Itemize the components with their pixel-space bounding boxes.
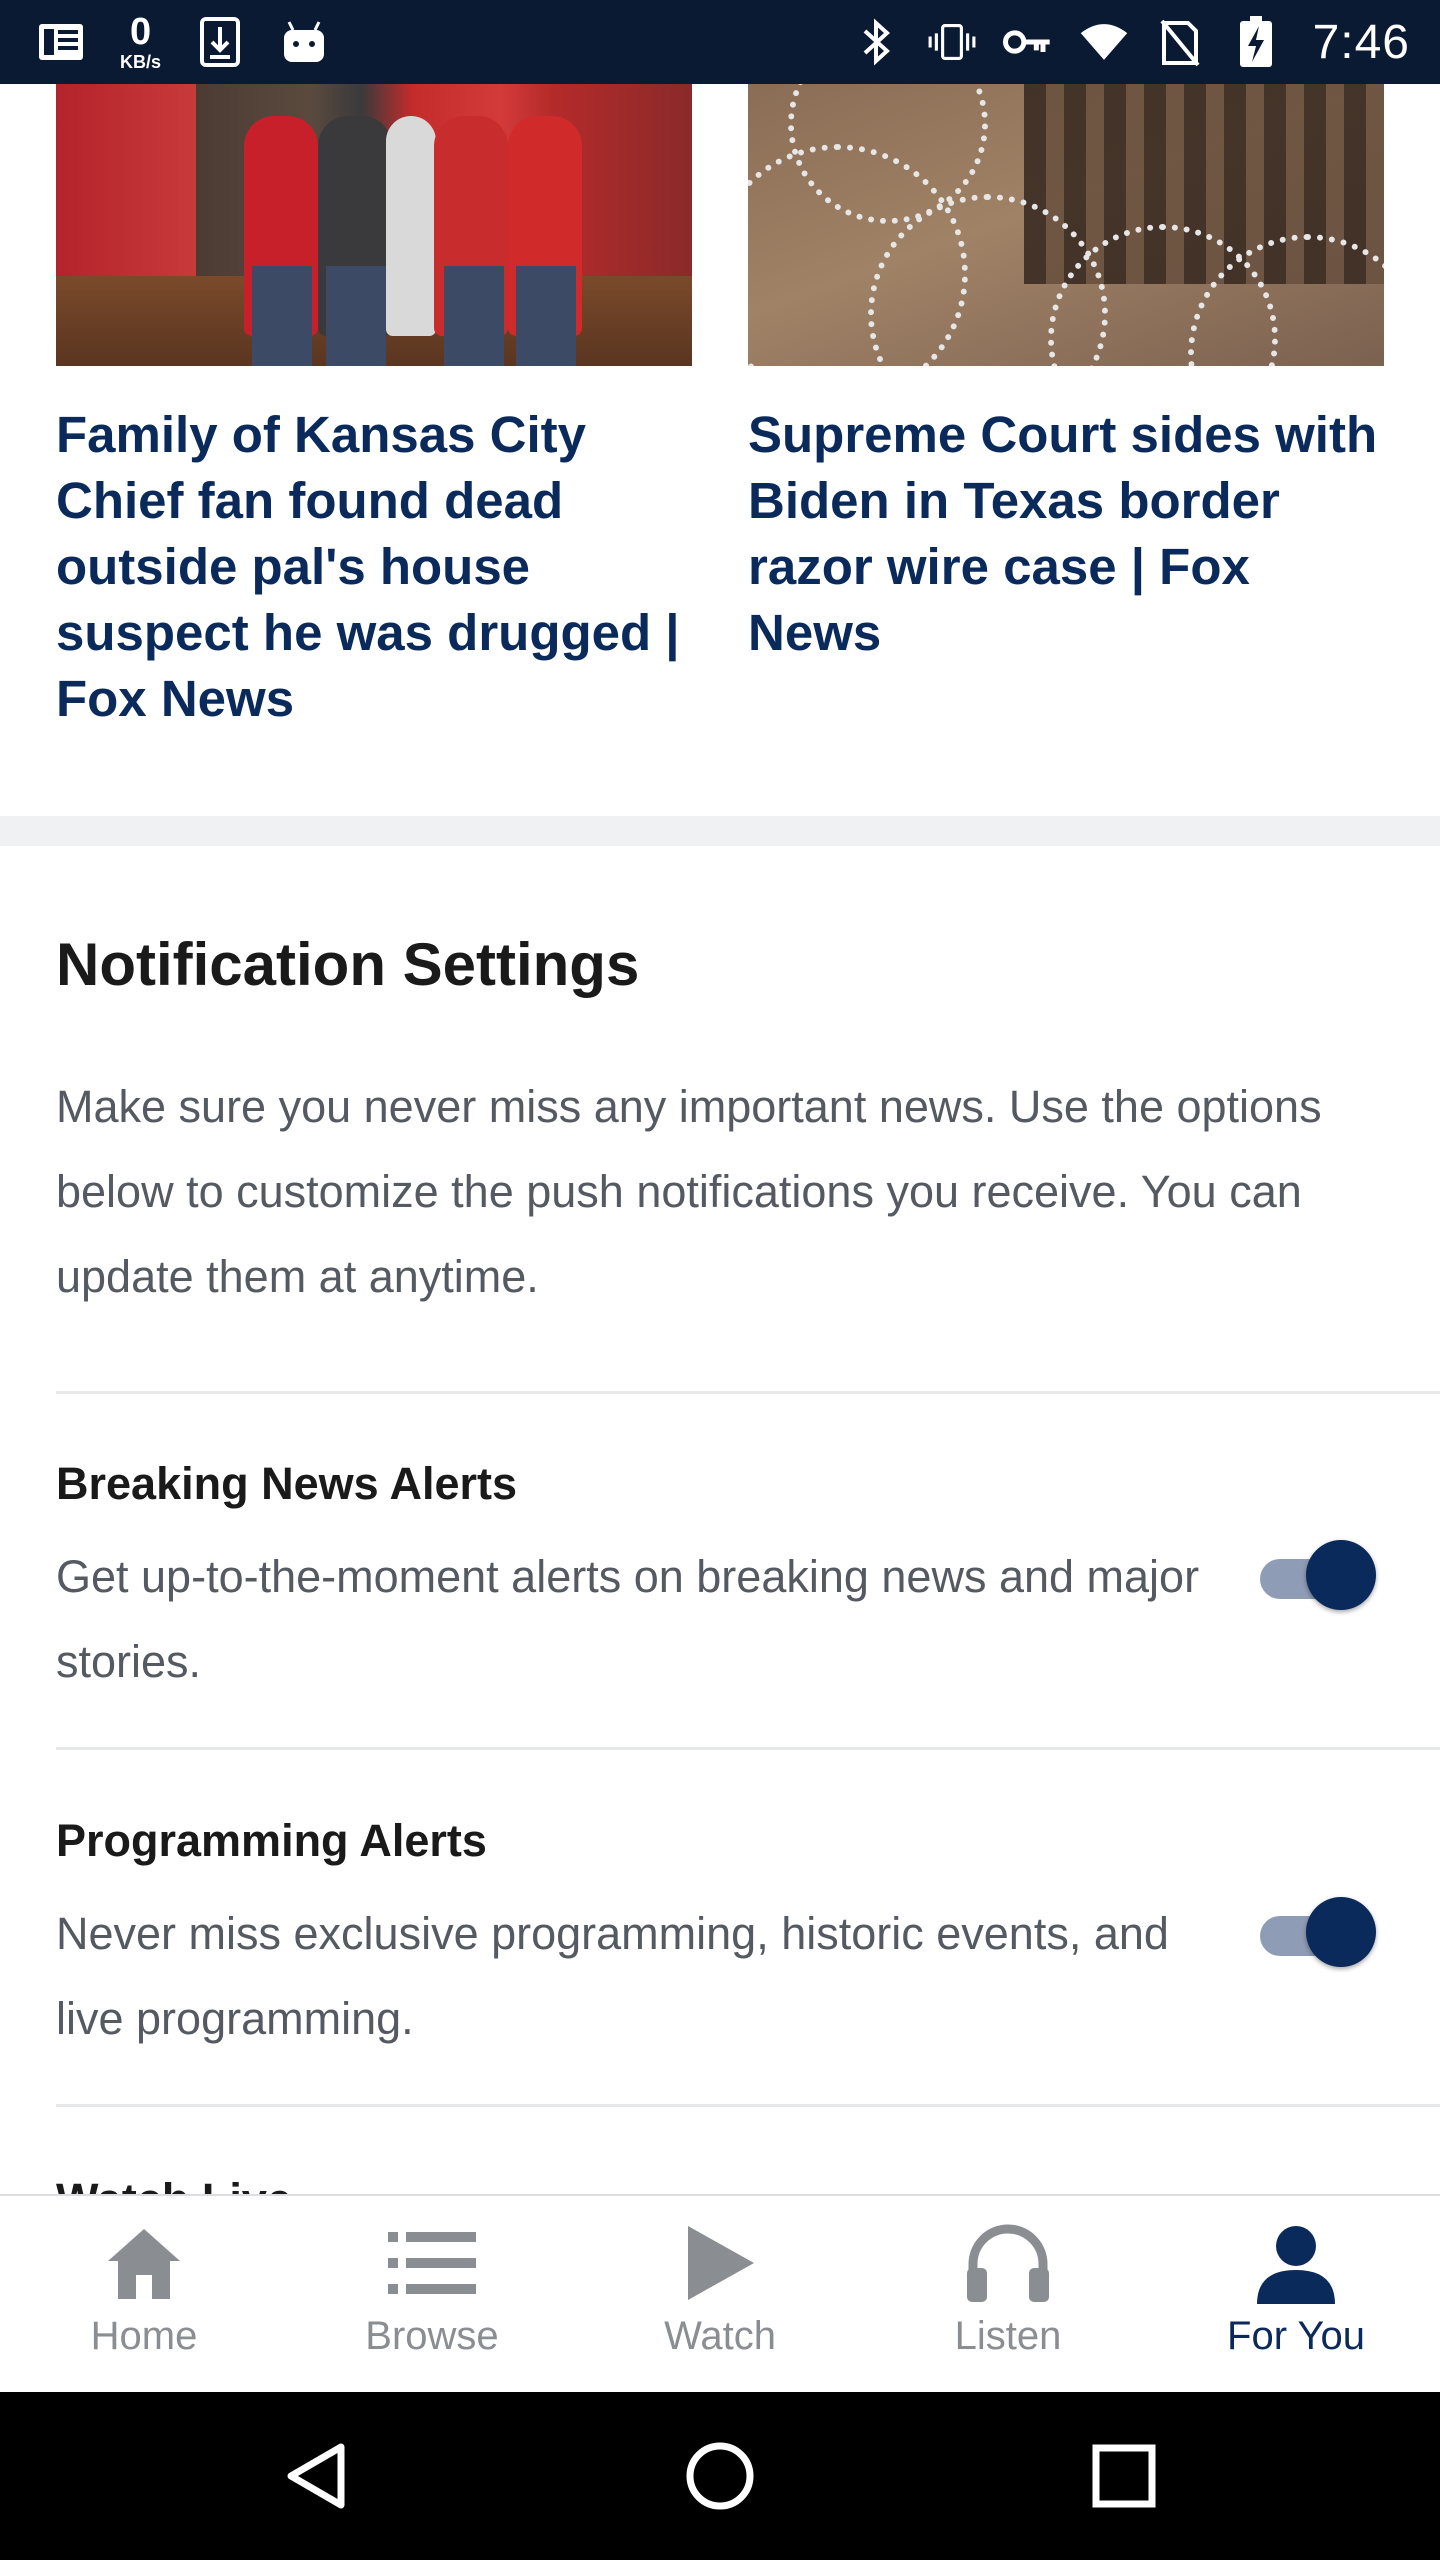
nav-label: Listen [954,2314,1062,2358]
article-image[interactable] [748,84,1384,366]
article-card[interactable]: Family of Kansas City Chief fan found de… [56,84,692,732]
bluetooth-icon [851,17,901,67]
battery-charging-icon [1231,16,1281,67]
vpn-key-icon [1002,17,1053,67]
programming-alerts-setting: Programming Alerts Never miss exclusive … [56,1811,1440,2061]
person-icon [1246,2218,1346,2308]
play-icon [670,2218,770,2308]
watch-live-title: Watch Live [56,2170,292,2194]
bottom-navigation: Home Browse Watch Listen For You [0,2194,1440,2392]
notification-settings-description: Make sure you never miss any important n… [56,1081,1322,1302]
list-icon [382,2218,482,2308]
notification-settings-title: Notification Settings [56,931,640,998]
article-title[interactable]: Supreme Court sides with Biden in Texas … [748,402,1384,666]
nav-label: Browse [365,2314,499,2358]
article-image[interactable] [56,84,692,366]
vibrate-icon [927,17,977,67]
nav-for-you[interactable]: For You [1152,2196,1440,2392]
network-speed-unit: KB/s [120,52,162,72]
status-clock: 7:46 [1312,15,1410,69]
nav-browse[interactable]: Browse [288,2196,576,2392]
divider [56,1391,1440,1394]
headphones-icon [958,2218,1058,2308]
divider [56,1747,1440,1750]
network-speed: 0 KB/s [120,13,161,71]
home-icon [94,2218,194,2308]
system-navigation-bar [0,2392,1440,2560]
wifi-icon [1079,17,1129,67]
section-divider [0,816,1440,846]
home-circle-icon[interactable] [640,2392,800,2560]
recents-icon[interactable] [1044,2392,1204,2560]
article-card[interactable]: Supreme Court sides with Biden in Texas … [748,84,1384,666]
nav-label: Home [90,2314,198,2358]
article-title[interactable]: Family of Kansas City Chief fan found de… [56,402,692,732]
nav-listen[interactable]: Listen [864,2196,1152,2392]
setting-description: Get up-to-the-moment alerts on breaking … [56,1551,1200,1687]
nav-home[interactable]: Home [0,2196,288,2392]
nav-label: Watch [664,2314,776,2358]
breaking-news-toggle[interactable] [1260,1538,1376,1610]
network-speed-value: 0 [129,11,152,53]
back-icon[interactable] [236,2392,396,2560]
no-sim-icon [1155,17,1205,67]
setting-title: Programming Alerts [56,1815,487,1866]
nav-watch[interactable]: Watch [576,2196,864,2392]
status-bar: 0 KB/s 7:46 [0,0,1440,84]
android-icon [279,17,329,67]
divider [56,2104,1440,2107]
setting-description: Never miss exclusive programming, histor… [56,1908,1169,2044]
breaking-news-setting: Breaking News Alerts Get up-to-the-momen… [56,1454,1440,1704]
news-app-icon [36,17,86,67]
nav-label: For You [1227,2314,1365,2358]
download-icon [195,17,245,67]
programming-alerts-toggle[interactable] [1260,1895,1376,1967]
setting-title: Breaking News Alerts [56,1458,518,1509]
